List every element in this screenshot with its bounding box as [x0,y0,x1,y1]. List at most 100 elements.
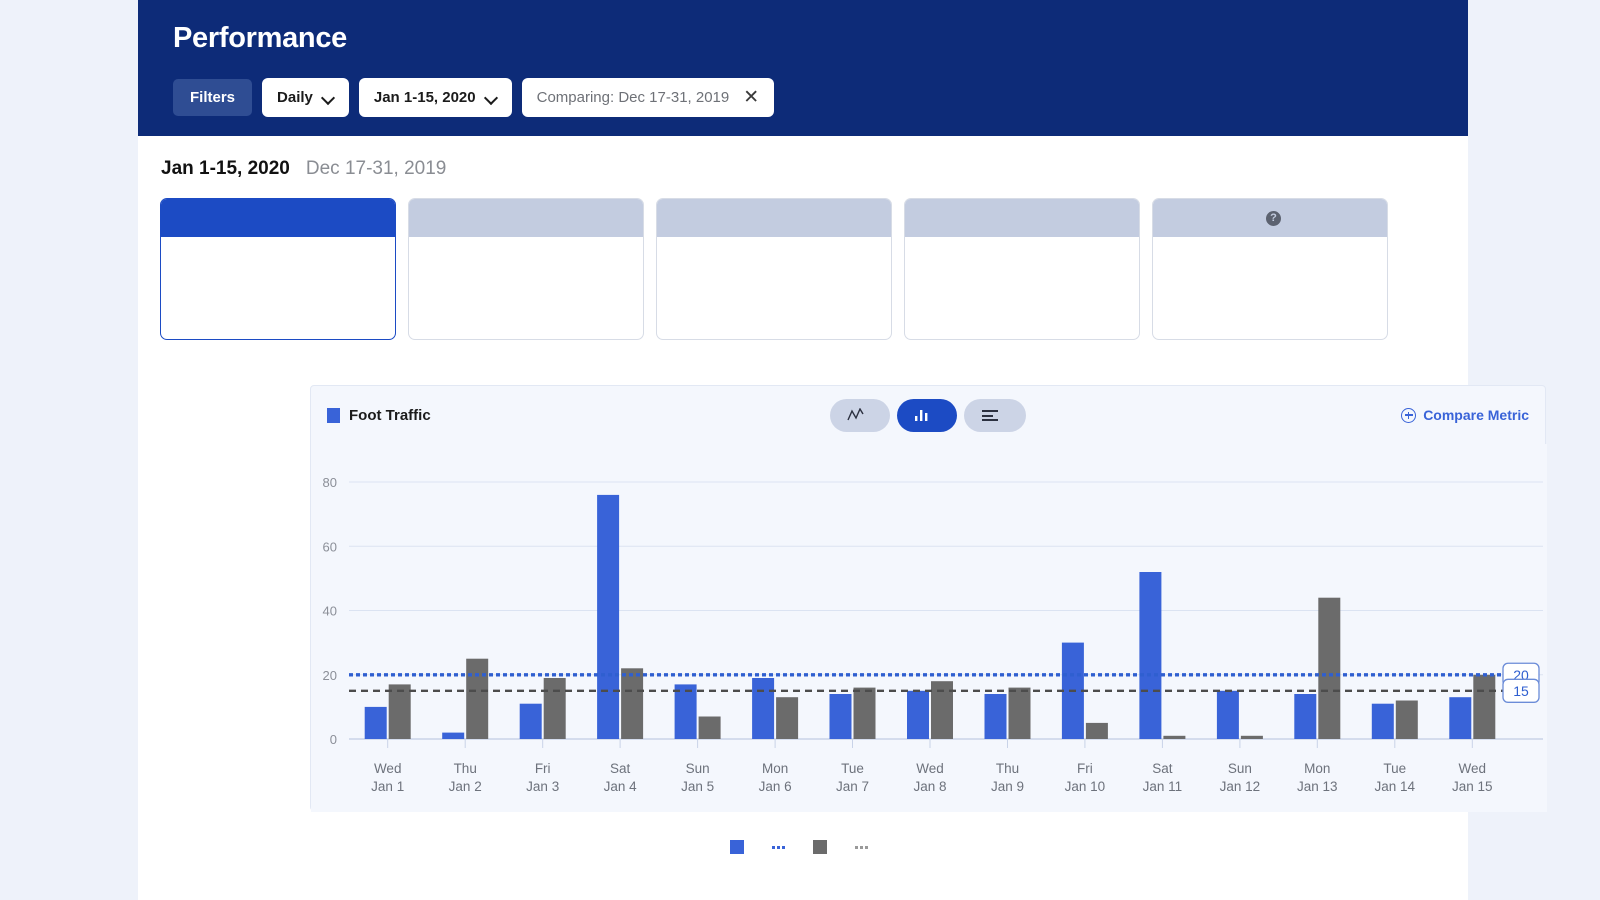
y-axis-tick-label: 40 [323,604,337,619]
granularity-value: Daily [277,89,313,106]
x-axis-day-label: Tue [841,761,864,776]
granularity-dropdown[interactable]: Daily [262,78,349,117]
bar[interactable] [1086,723,1108,739]
subhead-primary-range: Jan 1-15, 2020 [161,158,290,180]
bar[interactable] [365,707,387,739]
bar[interactable] [597,495,619,739]
x-axis-date-label: Jan 11 [1143,779,1183,794]
compare-metric-button[interactable]: Compare Metric [1401,407,1529,423]
filters-button[interactable]: Filters [173,79,252,116]
legend-item [855,846,876,849]
bar[interactable] [752,678,774,739]
line-chart-icon [847,408,864,422]
bar[interactable] [907,691,929,739]
legend-item [772,846,793,849]
date-range-subhead: Jan 1-15, 2020 Dec 17-31, 2019 [138,136,1468,180]
x-axis-day-label: Wed [916,761,944,776]
chart-toolbar: Foot Traffic Compare Metric [311,386,1545,444]
content-panel: Performance Filters Daily Jan 1-15, 2020… [138,0,1468,900]
bar[interactable] [1449,697,1471,739]
page-header: Performance Filters Daily Jan 1-15, 2020… [138,0,1468,136]
metric-color-swatch [327,408,340,423]
bar[interactable] [675,684,697,739]
legend-swatch [813,840,827,854]
date-range-value: Jan 1-15, 2020 [374,89,476,106]
metric-card-atv[interactable]: ? [1152,198,1388,340]
metric-card-header [657,199,891,237]
bar[interactable] [544,678,566,739]
chart-view-bar-button[interactable] [897,399,957,432]
chart-view-line-button[interactable] [830,399,890,432]
x-axis-date-label: Jan 8 [913,779,946,794]
bar[interactable] [1241,736,1263,739]
legend-item [813,840,835,854]
x-axis-day-label: Sat [610,761,631,776]
bar[interactable] [621,668,643,739]
metric-card-transactions[interactable] [904,198,1140,340]
close-icon[interactable]: ✕ [743,88,759,107]
filter-bar: Filters Daily Jan 1-15, 2020 Comparing: … [173,78,1468,117]
performance-dashboard: Performance Filters Daily Jan 1-15, 2020… [0,0,1600,900]
heat-map-icon [981,408,1000,422]
x-axis-day-label: Wed [1459,761,1487,776]
comparison-chip[interactable]: Comparing: Dec 17-31, 2019 ✕ [522,78,775,117]
chart-view-heat-button[interactable] [964,399,1026,432]
bar[interactable] [854,688,876,739]
bar[interactable] [1163,736,1185,739]
metric-card-header [905,199,1139,237]
bar[interactable] [985,694,1007,739]
help-icon[interactable]: ? [1266,211,1281,226]
metric-card-foot-traffic[interactable] [160,198,396,340]
legend-dotted-swatch [855,846,868,849]
chart-metric-legend: Foot Traffic [327,407,431,424]
bar[interactable] [520,704,542,739]
x-axis-day-label: Mon [762,761,788,776]
x-axis-date-label: Jan 10 [1065,779,1106,794]
bar[interactable] [699,717,721,740]
bar[interactable] [1372,704,1394,739]
metric-card-body [161,237,395,339]
bar[interactable] [389,684,411,739]
x-axis-date-label: Jan 9 [991,779,1024,794]
metric-card-conversion[interactable] [408,198,644,340]
x-axis-date-label: Jan 1 [371,779,404,794]
bar[interactable] [1294,694,1316,739]
chart-card: Foot Traffic Compare Metric 020406080201… [310,385,1546,811]
bar[interactable] [1217,691,1239,739]
metric-card-body [905,237,1139,339]
y-axis-tick-label: 60 [323,539,337,554]
bar[interactable] [442,733,464,739]
bar[interactable] [1473,675,1495,739]
metric-card-body [657,237,891,339]
metric-card-body [409,237,643,339]
date-range-dropdown[interactable]: Jan 1-15, 2020 [359,78,512,117]
x-axis-date-label: Jan 2 [449,779,482,794]
bar[interactable] [1139,572,1161,739]
x-axis-day-label: Sat [1152,761,1173,776]
x-axis-date-label: Jan 15 [1452,779,1493,794]
bar[interactable] [776,697,798,739]
legend-dotted-swatch [772,846,785,849]
bar[interactable] [830,694,852,739]
page-title: Performance [173,18,1468,58]
x-axis-day-label: Mon [1304,761,1330,776]
x-axis-date-label: Jan 3 [526,779,559,794]
bar-chart-plot[interactable]: 0204060802015WedJan 1ThuJan 2FriJan 3Sat… [311,444,1547,812]
bar[interactable] [1318,598,1340,739]
x-axis-day-label: Wed [374,761,402,776]
x-axis-day-label: Thu [996,761,1019,776]
comparison-label: Comparing: Dec 17-31, 2019 [537,89,730,106]
subhead-secondary-range: Dec 17-31, 2019 [306,158,447,180]
x-axis-day-label: Sun [686,761,710,776]
metric-card-revenue[interactable] [656,198,892,340]
bar[interactable] [1396,701,1418,740]
bar[interactable] [466,659,488,739]
plus-circle-icon [1401,408,1416,423]
bar[interactable] [1009,688,1031,739]
metric-card-header [161,199,395,237]
chevron-down-icon [486,92,497,103]
x-axis-day-label: Sun [1228,761,1252,776]
y-axis-tick-label: 20 [323,668,337,683]
x-axis-day-label: Fri [1077,761,1093,776]
reference-line-label: 15 [1513,683,1529,699]
